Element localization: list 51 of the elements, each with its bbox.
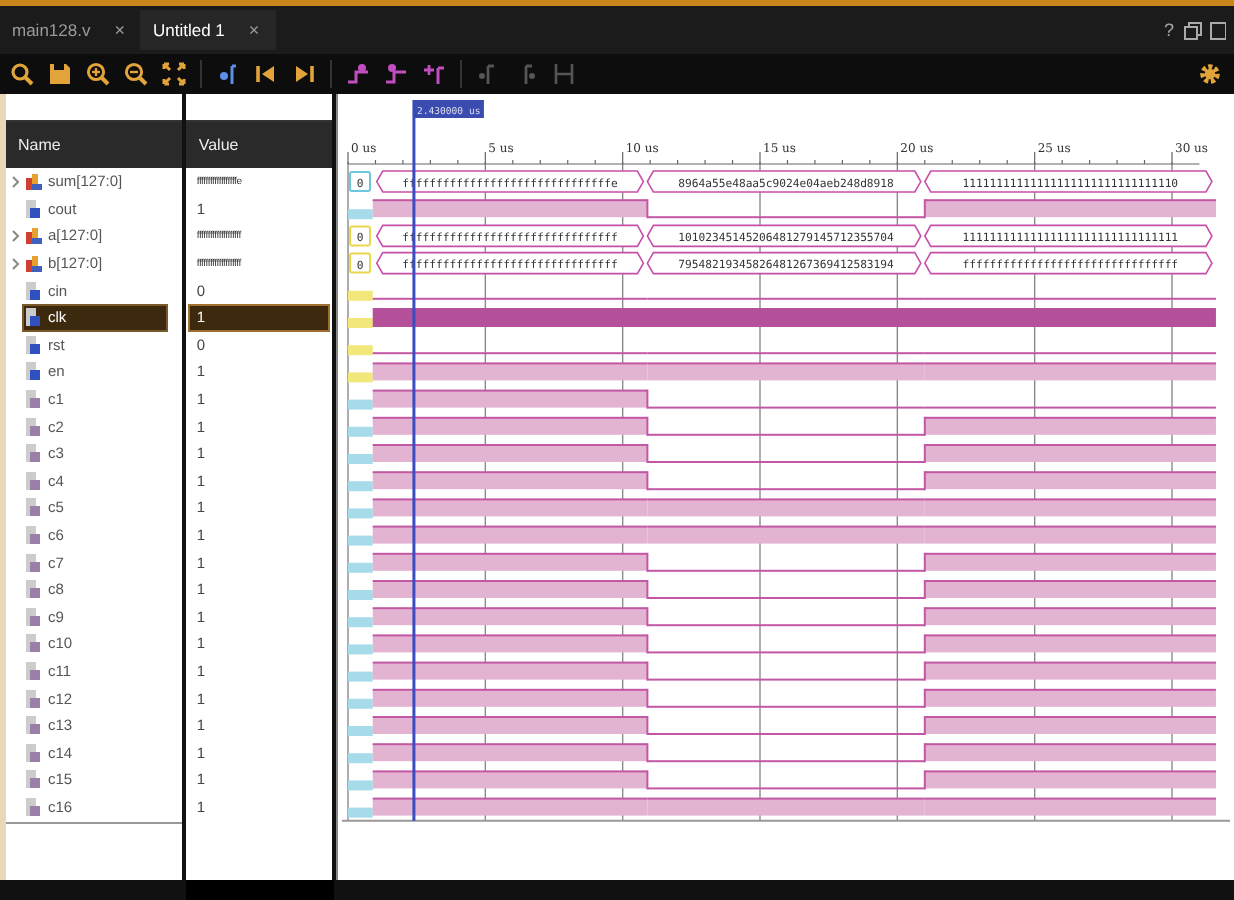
expand-chevron-icon[interactable]	[11, 175, 19, 188]
net-signal-icon	[26, 390, 42, 409]
zoom-in-icon[interactable]	[86, 62, 110, 86]
net-signal-icon	[26, 471, 42, 490]
net-signal-icon	[26, 716, 42, 735]
zoom-out-icon[interactable]	[124, 62, 148, 86]
net-signal-icon	[26, 743, 42, 762]
expand-chevron-icon[interactable]	[11, 229, 19, 242]
close-tab-button[interactable]: ×	[114, 20, 125, 40]
editor-tab[interactable]: main128.v ×	[0, 10, 141, 50]
net-signal-icon	[26, 607, 42, 626]
previous-edge-icon[interactable]	[346, 62, 370, 86]
net-signal-icon	[26, 498, 42, 517]
cursor-marker-icon[interactable]	[216, 62, 240, 86]
net-signal-icon	[26, 770, 42, 789]
maximize-icon[interactable]	[1210, 21, 1226, 39]
bus-icon	[26, 255, 42, 272]
editor-tab[interactable]: Untitled 1 ×	[140, 10, 276, 50]
net-signal-icon	[26, 526, 42, 545]
close-tab-button[interactable]: ×	[248, 20, 260, 40]
help-button[interactable]: ?	[1163, 20, 1174, 40]
port-signal-icon	[26, 199, 42, 218]
next-edge-icon[interactable]	[384, 62, 408, 86]
add-marker-icon[interactable]	[422, 62, 446, 86]
settings-icon[interactable]	[1198, 62, 1222, 86]
bus-icon	[26, 227, 42, 244]
port-signal-icon	[26, 308, 42, 327]
port-signal-icon	[26, 335, 42, 354]
name-column-header[interactable]: Name	[6, 122, 183, 168]
fit-icon[interactable]	[162, 62, 186, 86]
restore-icon[interactable]	[1184, 21, 1202, 39]
swap-markers-icon[interactable]	[552, 62, 576, 86]
bus-icon	[26, 173, 42, 190]
time-cursor[interactable]	[412, 100, 416, 821]
net-signal-icon	[26, 444, 42, 463]
port-signal-icon	[26, 281, 42, 300]
skip-start-icon[interactable]	[254, 62, 278, 86]
port-signal-icon	[26, 362, 42, 381]
value-column-header[interactable]: Value	[186, 122, 332, 168]
net-signal-icon	[26, 634, 42, 653]
search-icon[interactable]	[10, 62, 34, 86]
net-signal-icon	[26, 553, 42, 572]
expand-chevron-icon[interactable]	[11, 257, 19, 270]
net-signal-icon	[26, 797, 42, 816]
net-signal-icon	[26, 661, 42, 680]
net-signal-icon	[26, 417, 42, 436]
skip-end-icon[interactable]	[292, 62, 316, 86]
net-signal-icon	[26, 580, 42, 599]
net-signal-icon	[26, 689, 42, 708]
save-icon[interactable]	[48, 62, 72, 86]
previous-marker-icon[interactable]	[476, 62, 500, 86]
